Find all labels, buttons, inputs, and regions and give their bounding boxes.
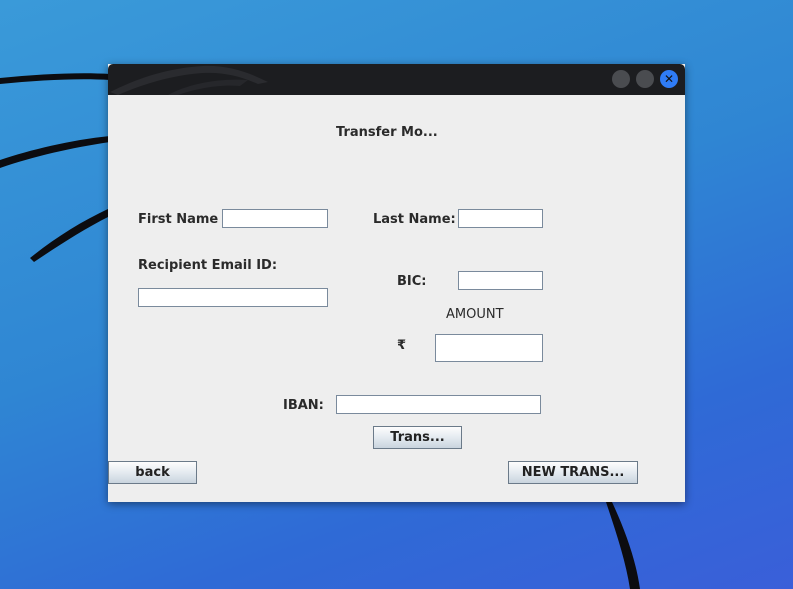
amount-label: AMOUNT [446, 307, 504, 322]
bic-field[interactable] [458, 271, 543, 290]
iban-label: IBAN: [283, 398, 324, 413]
transfer-button[interactable]: Trans... [373, 426, 462, 449]
recipient-email-label: Recipient Email ID: [138, 258, 278, 273]
close-icon: ✕ [663, 72, 675, 86]
minimize-button[interactable] [612, 70, 630, 88]
new-transfer-button[interactable]: NEW TRANS... [508, 461, 638, 484]
transfer-form: Transfer Mo... First Name Last Name: Rec… [108, 95, 685, 502]
first-name-label: First Name [138, 212, 219, 227]
kali-dragon-logo-icon [110, 65, 268, 95]
rupee-currency-icon: ₹ [397, 338, 407, 353]
back-button[interactable]: back [108, 461, 197, 484]
iban-field[interactable] [336, 395, 541, 414]
maximize-button[interactable] [636, 70, 654, 88]
close-button[interactable]: ✕ [660, 70, 678, 88]
last-name-label: Last Name: [373, 212, 456, 227]
bic-label: BIC: [397, 274, 427, 289]
last-name-field[interactable] [458, 209, 543, 228]
amount-field[interactable] [435, 334, 543, 362]
first-name-field[interactable] [222, 209, 328, 228]
window-titlebar[interactable]: ✕ [108, 64, 685, 95]
desktop-background: ✕ Transfer Mo... First Name Last Name: R… [0, 0, 793, 589]
recipient-email-field[interactable] [138, 288, 328, 307]
page-title: Transfer Mo... [336, 125, 438, 140]
transfer-money-window: ✕ Transfer Mo... First Name Last Name: R… [108, 64, 685, 502]
